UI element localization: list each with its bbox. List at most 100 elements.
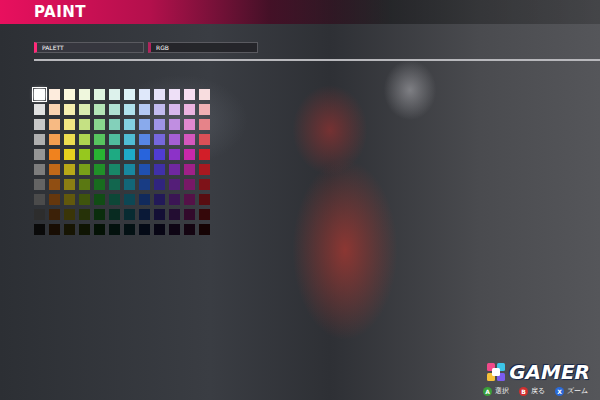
color-swatch[interactable]: [154, 164, 165, 175]
color-swatch[interactable]: [94, 89, 105, 100]
color-swatch[interactable]: [169, 209, 180, 220]
color-swatch[interactable]: [64, 134, 75, 145]
color-swatch[interactable]: [184, 164, 195, 175]
color-swatch[interactable]: [154, 179, 165, 190]
color-swatch[interactable]: [139, 104, 150, 115]
mode-tab[interactable]: PALETT: [34, 42, 144, 53]
mode-tab[interactable]: RGB: [148, 42, 258, 53]
color-swatch[interactable]: [94, 104, 105, 115]
color-swatch[interactable]: [124, 164, 135, 175]
color-swatch[interactable]: [139, 164, 150, 175]
color-swatch[interactable]: [49, 89, 60, 100]
color-swatch[interactable]: [64, 119, 75, 130]
color-swatch[interactable]: [79, 209, 90, 220]
color-swatch[interactable]: [169, 179, 180, 190]
color-swatch[interactable]: [94, 149, 105, 160]
color-swatch[interactable]: [79, 179, 90, 190]
color-swatch[interactable]: [64, 224, 75, 235]
color-swatch[interactable]: [154, 119, 165, 130]
color-swatch[interactable]: [199, 104, 210, 115]
color-swatch[interactable]: [154, 89, 165, 100]
color-swatch[interactable]: [184, 209, 195, 220]
color-swatch[interactable]: [34, 119, 45, 130]
color-swatch[interactable]: [199, 119, 210, 130]
color-swatch[interactable]: [109, 224, 120, 235]
color-swatch[interactable]: [79, 194, 90, 205]
color-swatch[interactable]: [124, 104, 135, 115]
color-swatch[interactable]: [169, 194, 180, 205]
color-swatch[interactable]: [34, 149, 45, 160]
color-swatch[interactable]: [94, 164, 105, 175]
color-swatch[interactable]: [169, 119, 180, 130]
color-swatch[interactable]: [199, 224, 210, 235]
color-swatch[interactable]: [139, 209, 150, 220]
color-swatch[interactable]: [49, 224, 60, 235]
color-swatch[interactable]: [49, 119, 60, 130]
color-swatch[interactable]: [94, 119, 105, 130]
color-swatch[interactable]: [184, 104, 195, 115]
color-swatch[interactable]: [154, 209, 165, 220]
color-swatch[interactable]: [34, 209, 45, 220]
color-swatch[interactable]: [49, 164, 60, 175]
color-swatch[interactable]: [154, 194, 165, 205]
color-swatch[interactable]: [139, 224, 150, 235]
color-swatch[interactable]: [154, 224, 165, 235]
color-swatch[interactable]: [109, 149, 120, 160]
color-swatch[interactable]: [184, 134, 195, 145]
color-swatch[interactable]: [199, 179, 210, 190]
color-swatch[interactable]: [184, 89, 195, 100]
color-swatch[interactable]: [154, 149, 165, 160]
color-swatch[interactable]: [94, 134, 105, 145]
color-swatch[interactable]: [169, 89, 180, 100]
color-swatch[interactable]: [109, 209, 120, 220]
color-swatch[interactable]: [169, 134, 180, 145]
color-swatch[interactable]: [139, 149, 150, 160]
color-swatch[interactable]: [199, 89, 210, 100]
color-swatch[interactable]: [109, 104, 120, 115]
color-swatch[interactable]: [109, 179, 120, 190]
color-swatch[interactable]: [184, 149, 195, 160]
color-swatch[interactable]: [139, 89, 150, 100]
color-swatch[interactable]: [184, 194, 195, 205]
color-swatch[interactable]: [34, 224, 45, 235]
color-swatch[interactable]: [94, 209, 105, 220]
color-swatch[interactable]: [169, 164, 180, 175]
color-swatch[interactable]: [169, 149, 180, 160]
color-swatch[interactable]: [124, 224, 135, 235]
color-swatch[interactable]: [139, 134, 150, 145]
color-swatch[interactable]: [94, 194, 105, 205]
color-swatch[interactable]: [79, 119, 90, 130]
color-swatch[interactable]: [49, 194, 60, 205]
color-swatch[interactable]: [184, 224, 195, 235]
color-swatch[interactable]: [139, 179, 150, 190]
color-swatch[interactable]: [124, 179, 135, 190]
color-swatch[interactable]: [109, 119, 120, 130]
color-swatch[interactable]: [124, 119, 135, 130]
color-swatch[interactable]: [64, 194, 75, 205]
color-swatch[interactable]: [169, 104, 180, 115]
color-swatch[interactable]: [64, 179, 75, 190]
color-swatch[interactable]: [199, 209, 210, 220]
color-swatch[interactable]: [79, 224, 90, 235]
color-swatch[interactable]: [79, 134, 90, 145]
color-swatch[interactable]: [34, 89, 45, 100]
color-swatch[interactable]: [154, 134, 165, 145]
color-swatch[interactable]: [124, 89, 135, 100]
color-swatch[interactable]: [139, 119, 150, 130]
color-swatch[interactable]: [49, 209, 60, 220]
color-swatch[interactable]: [124, 149, 135, 160]
color-swatch[interactable]: [34, 134, 45, 145]
color-swatch[interactable]: [49, 104, 60, 115]
color-swatch[interactable]: [199, 164, 210, 175]
color-swatch[interactable]: [94, 224, 105, 235]
color-swatch[interactable]: [79, 149, 90, 160]
color-swatch[interactable]: [139, 194, 150, 205]
color-swatch[interactable]: [94, 179, 105, 190]
color-swatch[interactable]: [49, 149, 60, 160]
color-swatch[interactable]: [199, 149, 210, 160]
color-swatch[interactable]: [49, 134, 60, 145]
color-swatch[interactable]: [124, 209, 135, 220]
color-swatch[interactable]: [49, 179, 60, 190]
color-swatch[interactable]: [169, 224, 180, 235]
color-swatch[interactable]: [34, 194, 45, 205]
